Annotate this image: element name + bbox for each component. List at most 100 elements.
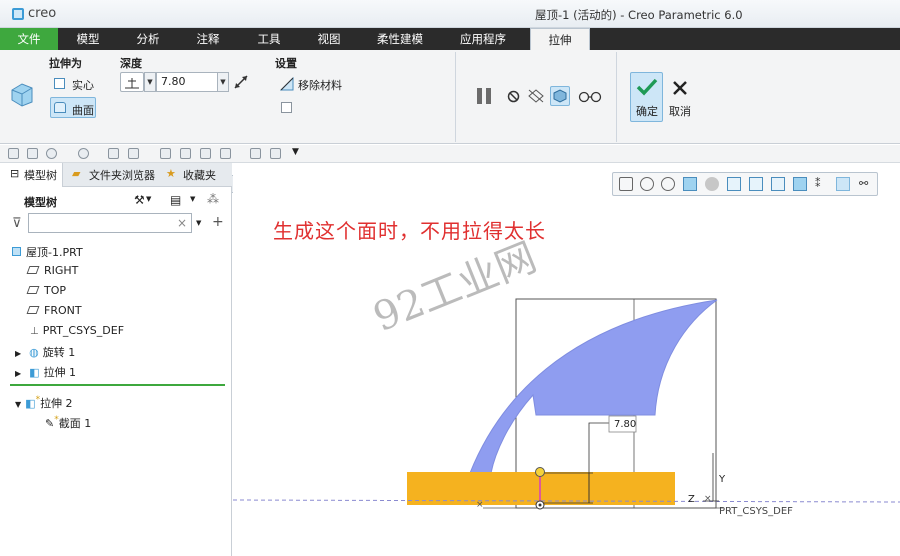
regenerate-icon[interactable]	[108, 148, 119, 159]
solid-button[interactable]: 实心	[50, 74, 96, 92]
ribbon-separator	[455, 52, 456, 142]
add-filter-icon[interactable]: +	[212, 214, 224, 230]
collapse-arrow-icon[interactable]: ▼	[15, 400, 21, 409]
feature-preview-button[interactable]	[550, 86, 570, 106]
tab-flexible-modeling[interactable]: 柔性建模	[372, 28, 428, 50]
customize-qat-icon[interactable]: ▼	[292, 147, 299, 157]
tree-item-revolve-1[interactable]: ▶ ◍ 旋转 1	[15, 344, 75, 360]
tree-item-label: FRONT	[44, 304, 82, 317]
remove-material-icon	[280, 77, 294, 91]
tree-item-front-plane[interactable]: FRONT	[26, 304, 82, 317]
cancel-button[interactable]: 取消	[667, 72, 693, 122]
remove-material-button[interactable]: 移除材料	[278, 74, 348, 92]
ribbon-separator	[616, 52, 617, 142]
creo-logo: creo	[12, 6, 56, 21]
tree-settings-icon[interactable]: ⚒	[134, 193, 145, 207]
tree-item-csys[interactable]: ⊥ PRT_CSYS_DEF	[30, 324, 124, 337]
folder-icon: ▰	[72, 167, 81, 180]
redo-icon[interactable]	[78, 148, 89, 159]
appearance-icon[interactable]	[250, 148, 261, 159]
tree-item-extrude-1[interactable]: ▶ ◧ 拉伸 1	[15, 364, 76, 380]
tree-columns-icon[interactable]: ▤	[170, 193, 181, 207]
axis-cross-marker: ×	[476, 500, 484, 510]
open-folder-icon[interactable]	[270, 148, 281, 159]
dimension-value[interactable]: 7.80	[614, 419, 636, 430]
tab-favorites[interactable]: ★ 收藏夹	[160, 163, 220, 187]
tree-item-section-1[interactable]: ✎*截面 1	[45, 415, 91, 431]
expand-arrow-icon[interactable]: ▶	[15, 369, 21, 378]
revolve-base-solid	[407, 472, 675, 505]
creo-cube-icon	[12, 7, 24, 20]
navigator-tabs: ⊟ 模型树 ▰ 文件夹浏览器 ★ 收藏夹	[0, 163, 232, 187]
depth-option-dropdown[interactable]: ▼	[144, 72, 156, 92]
depth-option-button[interactable]	[120, 72, 144, 92]
flip-direction-icon[interactable]	[233, 74, 249, 90]
csys-label: PRT_CSYS_DEF	[719, 506, 793, 517]
pause-icon[interactable]	[475, 87, 493, 105]
blind-depth-icon	[125, 78, 139, 89]
part-icon	[12, 247, 21, 256]
tree-item-right-plane[interactable]: RIGHT	[26, 264, 78, 277]
search-dropdown-icon[interactable]: ▼	[196, 219, 201, 227]
close-window-icon[interactable]	[160, 148, 171, 159]
depth-drag-handle[interactable]	[535, 467, 545, 477]
csys-icon: ⊥	[30, 326, 39, 337]
depth-value-dropdown[interactable]: ▼	[217, 72, 229, 92]
tree-search-input[interactable]: ×	[28, 213, 192, 233]
tab-view[interactable]: 视图	[313, 28, 345, 50]
extrude-icon: ◧	[29, 366, 40, 379]
window-icon[interactable]	[128, 148, 139, 159]
display-style-icon[interactable]	[220, 148, 231, 159]
surface-label: 曲面	[72, 104, 94, 117]
shading-icon[interactable]	[200, 148, 211, 159]
datum-plane-icon	[26, 306, 40, 314]
verify-glasses-icon[interactable]	[578, 91, 602, 103]
tree-item-part[interactable]: 屋顶-1.PRT	[12, 244, 83, 260]
expand-arrow-icon[interactable]: ▶	[15, 349, 21, 358]
revolve-icon: ◍	[29, 346, 39, 359]
tab-tools[interactable]: 工具	[253, 28, 285, 50]
tab-applications[interactable]: 应用程序	[455, 28, 511, 50]
tab-model-tree[interactable]: ⊟ 模型树	[0, 163, 63, 187]
tree-filter-icon[interactable]: ⁂	[207, 192, 219, 206]
model-viewport[interactable]: ×	[233, 163, 900, 556]
csys-z-label: Z	[688, 494, 695, 505]
clear-search-icon[interactable]: ×	[177, 216, 187, 230]
tab-annotate[interactable]: 注释	[192, 28, 224, 50]
save-icon[interactable]	[27, 148, 38, 159]
model-tree-tab-icon: ⊟	[10, 167, 20, 180]
tree-item-top-plane[interactable]: TOP	[26, 284, 66, 297]
filter-funnel-icon[interactable]: ⊽	[12, 216, 22, 231]
surface-icon	[54, 102, 66, 113]
tab-extrude[interactable]: 拉伸	[530, 28, 590, 50]
tab-analysis[interactable]: 分析	[132, 28, 164, 50]
title-bar: creo 屋顶-1 (活动的) - Creo Parametric 6.0	[0, 0, 900, 28]
tab-folder-browser[interactable]: ▰ 文件夹浏览器	[70, 163, 156, 187]
checkmark-icon	[636, 78, 658, 96]
tree-item-label: 旋转 1	[42, 346, 76, 359]
tab-model[interactable]: 模型	[72, 28, 104, 50]
no-preview-icon[interactable]	[507, 90, 520, 103]
extrude-as-label: 拉伸为	[49, 57, 82, 70]
favorites-label: 收藏夹	[183, 169, 216, 182]
new-file-icon[interactable]	[8, 148, 19, 159]
ok-button[interactable]: 确定	[630, 72, 663, 122]
tree-settings-dropdown[interactable]: ▼	[146, 195, 151, 203]
dimension-icon[interactable]	[180, 148, 191, 159]
tree-columns-dropdown[interactable]: ▼	[190, 195, 195, 203]
datum-plane-icon	[26, 266, 40, 274]
tree-item-label: 屋顶-1.PRT	[26, 246, 83, 259]
csys-y-label: Y	[719, 474, 726, 485]
surface-button[interactable]: 曲面	[50, 97, 96, 118]
depth-value-input[interactable]: 7.80	[156, 72, 218, 92]
tree-item-extrude-2[interactable]: ▼ ◧*拉伸 2	[15, 395, 73, 411]
tab-file[interactable]: 文件	[0, 28, 58, 50]
favorites-icon: ★	[166, 167, 176, 180]
csys-x-marker: ×	[704, 494, 712, 504]
undo-icon[interactable]	[46, 148, 57, 159]
model-tree-header: 模型树	[24, 196, 57, 209]
thicken-checkbox[interactable]	[281, 102, 292, 113]
window-title: 屋顶-1 (活动的) - Creo Parametric 6.0	[535, 8, 743, 22]
datum-plane-icon	[26, 286, 40, 294]
preview-geometry-icon[interactable]	[527, 88, 545, 104]
